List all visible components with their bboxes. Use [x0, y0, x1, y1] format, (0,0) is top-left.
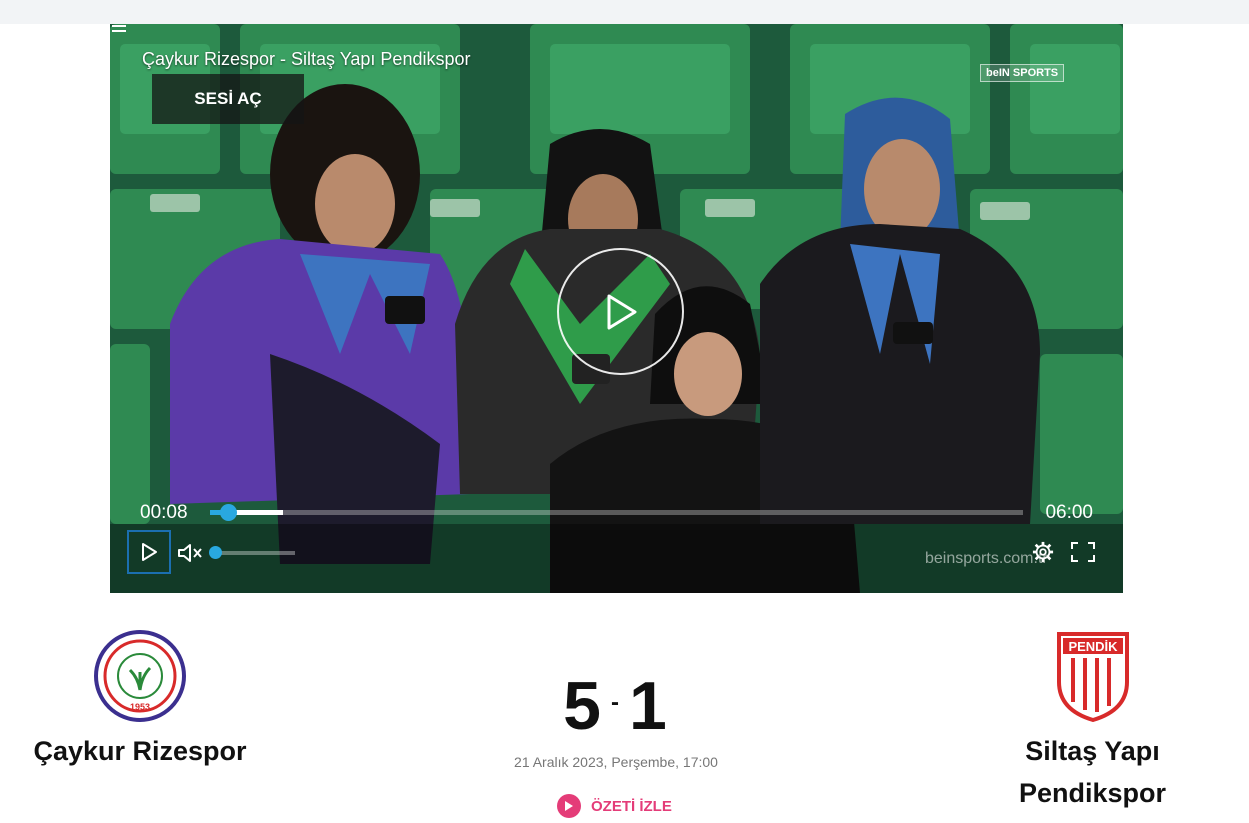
volume-slider[interactable] — [209, 546, 295, 559]
duration: 06:00 — [1045, 502, 1093, 523]
volume-handle[interactable] — [209, 546, 222, 559]
watch-summary-label: ÖZETİ İZLE — [591, 797, 672, 815]
home-crest-year: 1953 — [130, 702, 150, 712]
away-team-crest: PENDİK — [1056, 632, 1129, 722]
unmute-button[interactable]: SESİ AÇ — [152, 74, 304, 124]
channel-logo: beIN SPORTS — [980, 64, 1065, 82]
mute-icon[interactable] — [177, 541, 203, 565]
play-icon — [142, 543, 157, 561]
home-team-crest: 1953 — [94, 630, 186, 722]
home-team-name: Çaykur Rizespor — [33, 736, 247, 766]
big-play-button[interactable] — [557, 248, 684, 375]
seek-bar[interactable] — [210, 504, 1023, 521]
watch-summary-link[interactable]: ÖZETİ İZLE — [557, 794, 672, 818]
video-title: Çaykur Rizespor - Siltaş Yapı Pendikspor — [142, 49, 471, 69]
settings-icon[interactable] — [1032, 541, 1054, 563]
top-bar — [0, 0, 1249, 24]
match-datetime: 21 Aralık 2023, Perşembe, 17:00 — [514, 754, 718, 770]
current-time: 00:08 — [140, 502, 188, 523]
score-separator: - — [611, 689, 619, 717]
menu-icon[interactable] — [110, 24, 128, 36]
play-icon — [557, 794, 581, 818]
away-team[interactable]: PENDİK Siltaş Yapı Pendikspor — [985, 630, 1200, 814]
home-team[interactable]: 1953 Çaykur Rizespor — [20, 630, 260, 772]
away-team-name-line2: Pendikspor — [1018, 778, 1167, 808]
away-team-name-line1: Siltaş Yapı — [1025, 736, 1160, 766]
play-icon — [607, 294, 636, 329]
watermark: beinsports.com.tr — [925, 550, 1048, 567]
seek-handle[interactable] — [219, 504, 237, 521]
play-button[interactable] — [127, 530, 171, 574]
video-player[interactable]: Çaykur Rizespor - Siltaş Yapı Pendikspor… — [110, 24, 1123, 593]
away-crest-top-text: PENDİK — [1068, 639, 1118, 654]
fullscreen-icon[interactable] — [1070, 541, 1096, 563]
scoreline: 5-1 — [540, 666, 690, 751]
home-score: 5 — [563, 668, 601, 744]
away-score: 1 — [629, 668, 667, 744]
